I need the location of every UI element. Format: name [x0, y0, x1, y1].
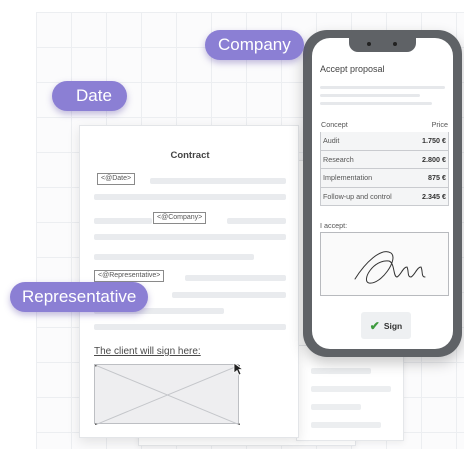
phone-mockup: Accept proposal Concept Price Audit 1.75…: [303, 30, 462, 357]
contract-title: Contract: [170, 150, 210, 161]
sign-button[interactable]: ✔ Sign: [361, 312, 411, 339]
text-line: [320, 94, 420, 97]
date-pill[interactable]: Date: [52, 81, 127, 111]
row-price: 875 €: [428, 173, 446, 183]
signature-pad[interactable]: [320, 232, 449, 296]
price-table: Concept Price Audit 1.750 € Research 2.8…: [320, 120, 449, 206]
header-concept: Concept: [321, 120, 348, 129]
representative-pill[interactable]: Representative: [10, 282, 149, 312]
table-row: Audit 1.750 €: [320, 132, 449, 151]
text-line: [94, 324, 286, 330]
representative-placeholder-tag[interactable]: <@Representative>: [94, 270, 165, 282]
sign-button-label: Sign: [383, 320, 403, 331]
company-pill[interactable]: Company: [205, 30, 304, 60]
row-concept: Research: [323, 154, 354, 164]
cursor-icon: [233, 362, 245, 376]
row-concept: Implementation: [323, 173, 373, 183]
row-price: 2.800 €: [422, 154, 446, 164]
row-concept: Audit: [323, 136, 340, 146]
table-header: Concept Price: [320, 120, 449, 132]
signature-image: [354, 251, 426, 284]
table-row: Research 2.800 €: [320, 150, 449, 169]
row-price: 2.345 €: [422, 191, 446, 201]
text-line: [172, 292, 286, 298]
signature-field[interactable]: [94, 364, 240, 425]
company-placeholder-tag[interactable]: <@Company>: [153, 212, 207, 224]
text-line: [94, 218, 152, 224]
signature-label: The client will sign here:: [94, 346, 201, 357]
text-line: [227, 218, 286, 224]
row-price: 1.750 €: [422, 136, 446, 146]
text-line: [185, 275, 286, 281]
phone-screen: Accept proposal Concept Price Audit 1.75…: [312, 38, 453, 349]
text-line: [320, 102, 432, 105]
proposal-title: Accept proposal: [320, 64, 385, 74]
table-row: Follow-up and control 2.345 €: [320, 187, 449, 206]
row-concept: Follow-up and control: [323, 191, 392, 201]
table-row: Implementation 875 €: [320, 169, 449, 188]
accept-label: I accept:: [320, 221, 348, 230]
text-line: [94, 194, 286, 200]
text-line: [150, 178, 286, 184]
text-line: [94, 234, 286, 240]
date-placeholder-tag[interactable]: <@Date>: [97, 173, 136, 185]
header-price: Price: [431, 120, 448, 129]
text-line: [320, 86, 445, 89]
phone-notch: [349, 38, 416, 52]
text-line: [94, 254, 254, 260]
background-document: [296, 345, 404, 441]
checkmark-icon: ✔: [369, 318, 380, 333]
